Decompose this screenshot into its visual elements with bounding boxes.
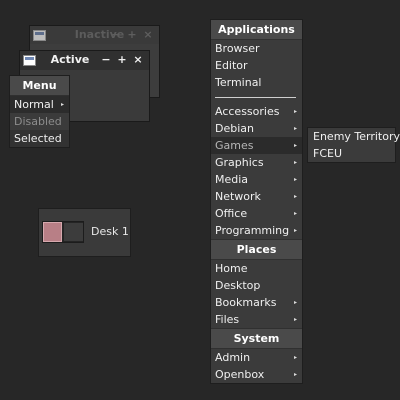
- menu-item-label: Disabled: [14, 115, 62, 128]
- submenu-arrow-icon: ▸: [293, 193, 297, 200]
- menu-item-office[interactable]: Office ▸: [211, 205, 302, 222]
- submenu-arrow-icon: ▸: [293, 227, 297, 234]
- desktop-pager: Desk 1: [39, 209, 130, 256]
- menu-item-games[interactable]: Games ▸: [211, 137, 302, 154]
- menu-item-label: Openbox: [215, 368, 265, 381]
- menu-item-openbox[interactable]: Openbox ▸: [211, 366, 302, 383]
- menu-item-browser[interactable]: Browser: [211, 40, 302, 57]
- menu-item-label: Debian: [215, 122, 254, 135]
- menu-item-label: Selected: [14, 132, 62, 145]
- submenu-arrow-icon: ▸: [293, 210, 297, 217]
- menu-item-admin[interactable]: Admin ▸: [211, 349, 302, 366]
- style-demo-menu-title: Menu: [10, 76, 69, 96]
- menu-item-files[interactable]: Files ▸: [211, 311, 302, 328]
- menu-item-bookmarks[interactable]: Bookmarks ▸: [211, 294, 302, 311]
- menu-item-label: Desktop: [215, 279, 261, 292]
- menu-item-label: Terminal: [215, 76, 262, 89]
- active-window-titlebar[interactable]: Active − + ×: [20, 51, 149, 70]
- submenu-arrow-icon: ▸: [293, 159, 297, 166]
- menu-item-label: Normal: [14, 98, 54, 111]
- menu-item-home[interactable]: Home: [211, 260, 302, 277]
- menu-item-label: Network: [215, 190, 261, 203]
- menu-item-graphics[interactable]: Graphics ▸: [211, 154, 302, 171]
- close-icon[interactable]: ×: [140, 27, 156, 43]
- menu-item-selected[interactable]: Selected: [10, 130, 69, 147]
- submenu-arrow-icon: ▸: [293, 176, 297, 183]
- desktop-name: Desk 1: [91, 225, 129, 238]
- submenu-arrow-icon: ▸: [293, 354, 297, 361]
- menu-item-label: Office: [215, 207, 248, 220]
- minimize-icon[interactable]: −: [108, 27, 124, 43]
- menu-item-normal[interactable]: Normal ▸: [10, 96, 69, 113]
- submenu-arrow-icon: ▸: [293, 299, 297, 306]
- menu-item-accessories[interactable]: Accessories ▸: [211, 103, 302, 120]
- applications-header: Applications: [211, 20, 302, 40]
- menu-item-label: Games: [215, 139, 254, 152]
- close-icon[interactable]: ×: [130, 52, 146, 68]
- menu-item-label: Home: [215, 262, 248, 275]
- menu-item-label: Enemy Territory: [313, 130, 400, 143]
- system-header: System: [211, 328, 302, 349]
- menu-item-label: Browser: [215, 42, 260, 55]
- menu-item-label: Bookmarks: [215, 296, 277, 309]
- menu-item-network[interactable]: Network ▸: [211, 188, 302, 205]
- menu-item-disabled: Disabled: [10, 113, 69, 130]
- minimize-icon[interactable]: −: [98, 52, 114, 68]
- menu-item-media[interactable]: Media ▸: [211, 171, 302, 188]
- desktop-thumbnails: [43, 222, 83, 242]
- submenu-arrow-icon: ▸: [293, 125, 297, 132]
- menu-item-debian[interactable]: Debian ▸: [211, 120, 302, 137]
- desktop-2-thumbnail[interactable]: [64, 223, 83, 241]
- root-menu: Applications Browser Editor Terminal Acc…: [211, 20, 302, 383]
- menu-item-label: Media: [215, 173, 249, 186]
- menu-item-label: Programming: [215, 224, 290, 237]
- menu-item-desktop[interactable]: Desktop: [211, 277, 302, 294]
- menu-item-label: Graphics: [215, 156, 264, 169]
- menu-item-enemy-territory[interactable]: Enemy Territory: [308, 128, 400, 145]
- menu-item-programming[interactable]: Programming ▸: [211, 222, 302, 239]
- menu-item-label: Admin: [215, 351, 251, 364]
- desktop-1-thumbnail[interactable]: [43, 222, 62, 242]
- submenu-arrow-icon: ▸: [293, 316, 297, 323]
- submenu-arrow-icon: ▸: [293, 142, 297, 149]
- games-submenu: Enemy Territory FCEU: [308, 128, 400, 162]
- style-demo-menu: Menu Normal ▸ Disabled Selected: [10, 76, 69, 147]
- inactive-window-titlebar[interactable]: Inactive − + ×: [30, 26, 159, 44]
- menu-item-fceu[interactable]: FCEU: [308, 145, 395, 162]
- menu-item-label: Accessories: [215, 105, 280, 118]
- places-header: Places: [211, 239, 302, 260]
- submenu-arrow-icon: ▸: [60, 101, 64, 108]
- maximize-icon[interactable]: +: [124, 27, 140, 43]
- menu-item-terminal[interactable]: Terminal: [211, 74, 302, 91]
- submenu-arrow-icon: ▸: [293, 371, 297, 378]
- menu-item-label: FCEU: [313, 147, 343, 160]
- menu-item-label: Files: [215, 313, 240, 326]
- submenu-arrow-icon: ▸: [293, 108, 297, 115]
- menu-item-label: Editor: [215, 59, 248, 72]
- menu-item-editor[interactable]: Editor: [211, 57, 302, 74]
- menu-separator: [215, 97, 296, 98]
- maximize-icon[interactable]: +: [114, 52, 130, 68]
